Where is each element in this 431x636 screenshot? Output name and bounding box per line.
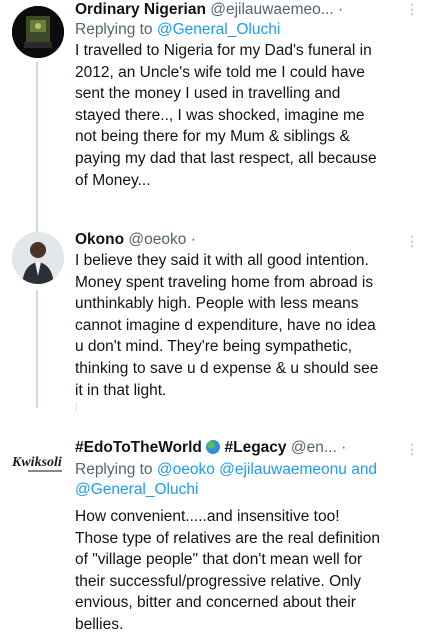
- tweet-header: Ordinary Nigerian @ejilauwaemeo... ·: [75, 0, 417, 20]
- avatar[interactable]: [12, 6, 64, 58]
- tweet-header: Okono @oeoko ·: [75, 230, 417, 250]
- replying-to-label: Replying to: [75, 21, 153, 38]
- tweet-text-line: cannot imagine d expenditure, have no id…: [75, 316, 376, 334]
- tweet-text-line: paying my dad that last respect, all bec…: [75, 149, 377, 167]
- action-bar: |: [75, 402, 78, 413]
- avatar[interactable]: Kwiksoli: [10, 438, 66, 490]
- reply-icon[interactable]: |: [75, 402, 78, 413]
- replying-to-label: Replying to: [75, 461, 153, 478]
- separator-dot: ·: [190, 231, 196, 248]
- tweet-text-line: it in that light.: [75, 381, 167, 399]
- tweet-text-line: their successful/progressive relative. O…: [75, 572, 362, 590]
- tweet-text-line: unthinkably high. People with less means: [75, 295, 359, 313]
- tweet-text-line: bellies.: [75, 615, 124, 633]
- tweet-text-line: Money spent traveling home from abroad i…: [75, 273, 374, 291]
- user-handle[interactable]: @oeoko: [128, 231, 186, 248]
- mention-link[interactable]: @General_Oluchi: [157, 21, 280, 38]
- avatar-image: [12, 6, 64, 58]
- tweet-text-line: How convenient.....and insensitive too!: [75, 508, 340, 525]
- user-name[interactable]: Okono: [75, 231, 124, 248]
- mention-link[interactable]: @General_Oluchi: [75, 480, 417, 500]
- tweet-text-line: thinking to save u d expense & u should …: [75, 359, 379, 377]
- tweet-text: How convenient.....and insensitive too! …: [75, 506, 417, 636]
- logo-text: Kwiksoli: [11, 455, 62, 470]
- thread-line: [36, 290, 38, 408]
- tweet-text-line: I travelled to Nigeria for my Dad's fune…: [75, 42, 372, 59]
- mention-link[interactable]: @oeoko @ejilauwaemeonu and: [157, 461, 377, 478]
- replying-to: Replying to @oeoko @ejilauwaemeonu and @…: [75, 460, 417, 500]
- tweet-text-line: of Money...: [75, 171, 151, 189]
- avatar-image: [12, 232, 64, 284]
- replying-to: Replying to @General_Oluchi: [75, 20, 417, 40]
- user-name-part[interactable]: #Legacy: [225, 439, 287, 456]
- user-name-part[interactable]: #EdoToTheWorld: [75, 439, 202, 456]
- more-options-icon[interactable]: ⋮: [405, 442, 419, 456]
- separator-dot: ·: [341, 439, 347, 456]
- tweet-text: I travelled to Nigeria for my Dad's fune…: [75, 40, 417, 191]
- tweet-header: #EdoToTheWorld #Legacy @en... ·: [75, 438, 417, 458]
- more-options-icon[interactable]: ⋮: [405, 234, 419, 248]
- tweet-edotothe-world[interactable]: Kwiksoli #EdoToTheWorld #Legacy @en... ·…: [0, 438, 431, 633]
- user-handle[interactable]: @en...: [291, 439, 337, 456]
- tweet-okono[interactable]: Okono @oeoko · ⋮ I believe they said it …: [0, 228, 431, 418]
- tweet-ordinary-nigerian[interactable]: Ordinary Nigerian @ejilauwaemeo... · ⋮ R…: [0, 0, 431, 232]
- tweet-text-line: not being there for my Mum & siblings &: [75, 128, 350, 146]
- separator-dot: ·: [338, 1, 344, 18]
- tweet-text-line: stayed there.., I was shocked, imagine m…: [75, 106, 365, 124]
- tweet-text-line: I believe they said it with all good int…: [75, 252, 369, 269]
- user-handle[interactable]: @ejilauwaemeo...: [210, 1, 333, 18]
- tweet-text-line: Those type of relatives are the real def…: [75, 529, 381, 547]
- user-name[interactable]: Ordinary Nigerian: [75, 1, 206, 18]
- avatar[interactable]: [12, 232, 64, 284]
- tweet-text-line: of "village people" that don't mean well…: [75, 551, 363, 569]
- tweet-text-line: 2012, an Uncle's wife told me I could ha…: [75, 63, 365, 81]
- tweet-text-line: sent the money I used in travelling and: [75, 85, 341, 103]
- more-options-icon[interactable]: ⋮: [405, 2, 419, 16]
- tweet-text-line: envious, bitter and concerned about thei…: [75, 594, 356, 612]
- kwiksoli-logo-icon: Kwiksoli: [10, 438, 66, 490]
- thread-line: [36, 62, 38, 232]
- tweet-text: I believe they said it with all good int…: [75, 250, 417, 401]
- tweet-text-line: u don't mind. They're being sympathetic,: [75, 338, 353, 356]
- globe-emoji-icon: [206, 440, 221, 454]
